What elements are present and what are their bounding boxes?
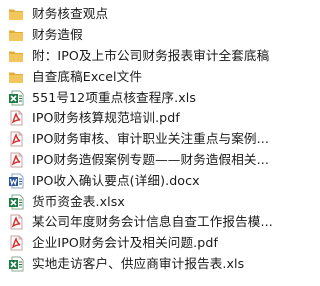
file-name: IPO收入确认要点(详细).docx	[32, 172, 200, 188]
pdf-file-icon	[8, 152, 24, 168]
file-item[interactable]: 某公司年度财务会计信息自查工作报告模...	[0, 212, 272, 233]
file-name: 附：IPO及上市公司财务报表审计全套底稿	[32, 47, 270, 63]
pdf-file-icon	[8, 214, 24, 230]
folder-icon	[8, 48, 24, 64]
file-name: IPO财务审核、审计职业关注重点与案例...	[32, 131, 269, 147]
file-item[interactable]: IPO收入确认要点(详细).docx	[0, 170, 272, 191]
folder-icon	[8, 27, 24, 43]
excel-file-icon	[8, 90, 24, 106]
file-item[interactable]: 货币资金表.xlsx	[0, 191, 272, 212]
file-item[interactable]: 实地走访客户、供应商审计报告表.xls	[0, 254, 272, 275]
file-list: 财务核查观点 财务造假附：IPO及上市公司财务报表审计全套底稿 自查底稿Excel文…	[0, 0, 272, 286]
excel-file-icon	[8, 194, 24, 210]
folder-item[interactable]: 财务造假	[0, 25, 272, 46]
pdf-file-icon	[8, 110, 24, 126]
file-name: 企业IPO财务会计及相关问题.pdf	[32, 235, 218, 251]
file-item[interactable]: 551号12项重点核查程序.xls	[0, 87, 272, 108]
file-item[interactable]: 企业IPO财务会计及相关问题.pdf	[0, 233, 272, 254]
folder-item[interactable]: 财务核查观点	[0, 4, 272, 25]
folder-item[interactable]: 附：IPO及上市公司财务报表审计全套底稿	[0, 46, 272, 67]
file-name: 551号12项重点核查程序.xls	[32, 89, 197, 105]
file-name: IPO财务造假案例专题——财务造假相关...	[32, 151, 269, 167]
excel-file-icon	[8, 256, 24, 272]
folder-icon	[8, 6, 24, 22]
folder-item[interactable]: 自查底稿Excel文件	[0, 66, 272, 87]
file-name: 货币资金表.xlsx	[32, 193, 125, 209]
file-name: IPO财务核算规范培训.pdf	[32, 110, 180, 126]
file-item[interactable]: IPO财务核算规范培训.pdf	[0, 108, 272, 129]
file-name: 某公司年度财务会计信息自查工作报告模...	[32, 214, 272, 230]
folder-icon	[8, 69, 24, 85]
file-name: 财务造假	[32, 27, 83, 43]
word-file-icon	[8, 173, 24, 189]
file-name: 财务核查观点	[32, 6, 109, 22]
pdf-file-icon	[8, 131, 24, 147]
file-item[interactable]: IPO财务审核、审计职业关注重点与案例...	[0, 129, 272, 150]
file-name: 自查底稿Excel文件	[32, 68, 143, 84]
file-name: 实地走访客户、供应商审计报告表.xls	[32, 255, 245, 271]
pdf-file-icon	[8, 235, 24, 251]
file-item[interactable]: IPO财务造假案例专题——财务造假相关...	[0, 150, 272, 171]
